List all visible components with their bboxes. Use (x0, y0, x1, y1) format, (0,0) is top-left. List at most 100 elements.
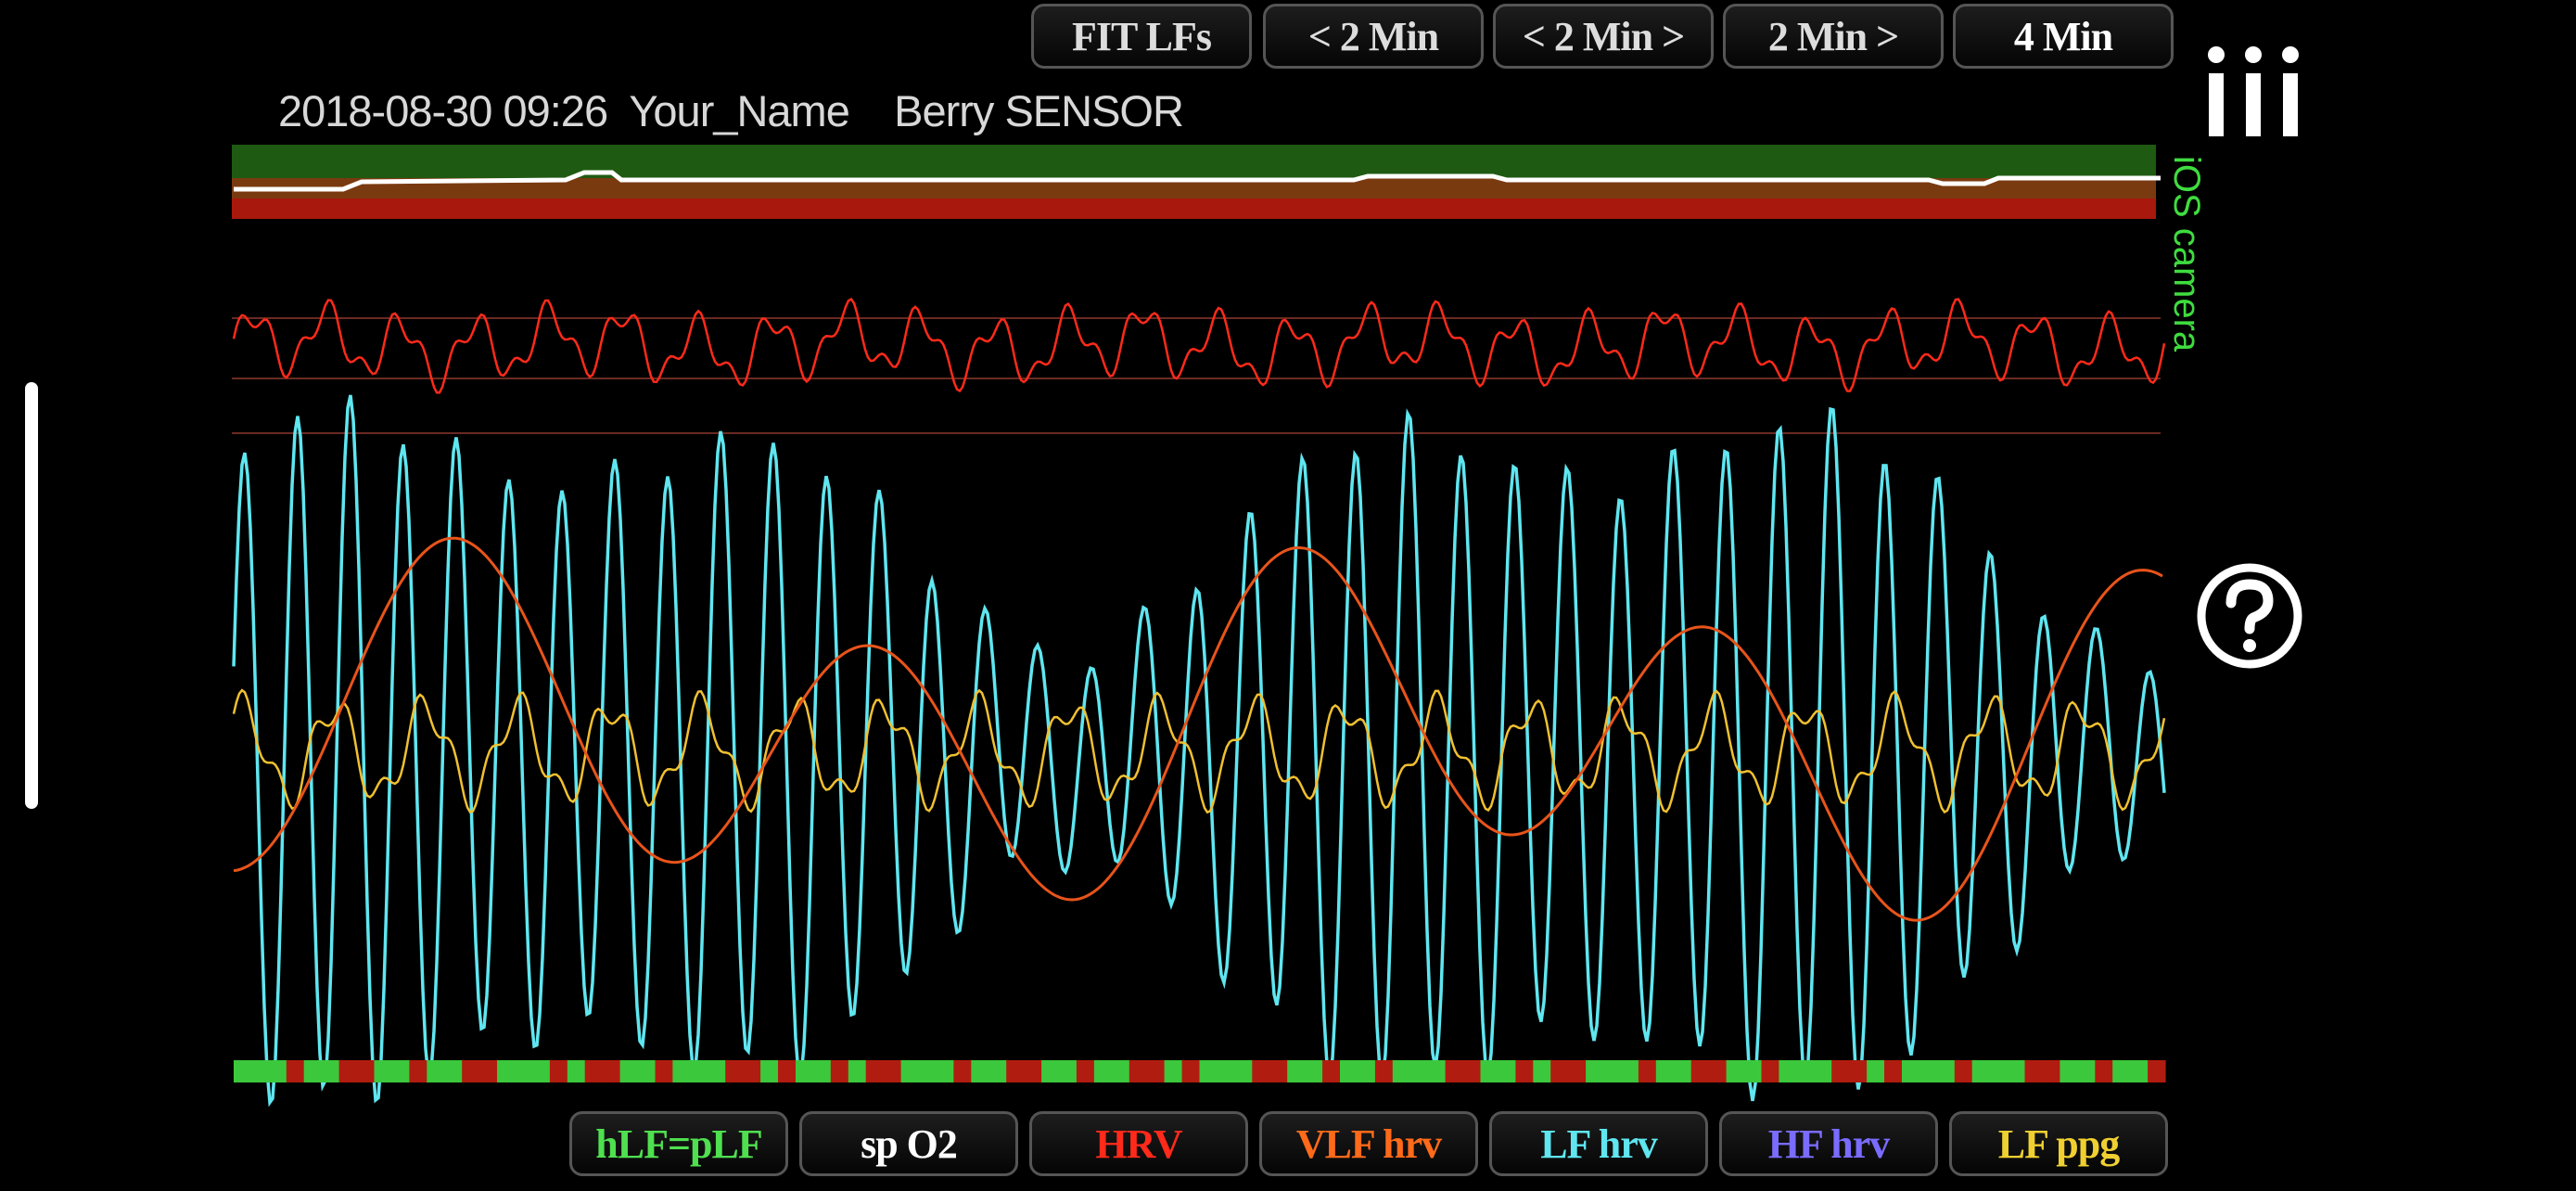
quality-segment (1357, 1060, 1376, 1082)
quality-segment (1533, 1060, 1551, 1082)
quality-segment (1269, 1060, 1288, 1082)
quality-segment (1006, 1060, 1025, 1082)
quality-segment (1024, 1060, 1042, 1082)
quality-segment (1884, 1060, 1903, 1082)
quality-segment (2024, 1060, 2043, 1082)
quality-segment (619, 1060, 639, 1082)
quality-segment (2060, 1060, 2078, 1082)
quality-segment (1322, 1060, 1341, 1082)
quality-segment (1867, 1060, 1885, 1082)
quality-segment (250, 1060, 270, 1082)
quality-segment (268, 1060, 287, 1082)
quality-segment (1638, 1060, 1657, 1082)
hrv-button[interactable]: HRV (1029, 1111, 1248, 1176)
quality-segment (1059, 1060, 1078, 1082)
quality-segment (1076, 1060, 1095, 1082)
spo2-band-red (232, 198, 2156, 219)
quality-segment (1287, 1060, 1306, 1082)
quality-segment (234, 1060, 252, 1082)
quality-segment (1129, 1060, 1148, 1082)
lf-hrv-line (232, 394, 2166, 1108)
quality-segment (1568, 1060, 1587, 1082)
quality-segment (427, 1060, 445, 1082)
biofeedback-chart (232, 145, 2166, 1108)
quality-segment (531, 1060, 551, 1082)
quality-segment (1971, 1060, 1991, 1082)
signal-quality-bar (234, 1060, 2166, 1082)
lf-hrv-button[interactable]: LF hrv (1489, 1111, 1708, 1176)
quality-segment (936, 1060, 954, 1082)
vlf-hrv-button[interactable]: VLF hrv (1259, 1111, 1478, 1176)
quality-segment (1392, 1060, 1411, 1082)
quality-segment (1831, 1060, 1850, 1082)
quality-segment (2148, 1060, 2166, 1082)
quality-segment (690, 1060, 708, 1082)
quality-segment (900, 1060, 920, 1082)
quality-segment (321, 1060, 340, 1082)
hf-hrv-button[interactable]: HF hrv (1719, 1111, 1938, 1176)
quality-segment (391, 1060, 410, 1082)
quality-segment (2007, 1060, 2026, 1082)
quality-segment (1234, 1060, 1253, 1082)
quality-segment (2042, 1060, 2060, 1082)
quality-segment (584, 1060, 604, 1082)
quality-segment (1796, 1060, 1815, 1082)
quality-segment (865, 1060, 885, 1082)
quality-segment (1550, 1060, 1569, 1082)
quality-segment (1989, 1060, 2009, 1082)
quality-segment (1445, 1060, 1464, 1082)
quality-segment (1199, 1060, 1218, 1082)
quality-segment (286, 1060, 305, 1082)
quality-segment (1726, 1060, 1745, 1082)
quality-segment (1779, 1060, 1797, 1082)
quality-segment (778, 1060, 797, 1082)
quality-segment (883, 1060, 902, 1082)
quality-segment (444, 1060, 463, 1082)
quality-segment (830, 1060, 849, 1082)
spo2-band-green (232, 145, 2156, 178)
quality-segment (1690, 1060, 1710, 1082)
quality-segment (1902, 1060, 1920, 1082)
quality-segment (462, 1060, 480, 1082)
quality-segment (479, 1060, 498, 1082)
quality-segment (1761, 1060, 1779, 1082)
quality-segment (1252, 1060, 1270, 1082)
hlf-plf-button[interactable]: hLF=pLF (569, 1111, 788, 1176)
quality-segment (760, 1060, 779, 1082)
quality-segment (743, 1060, 761, 1082)
quality-segment (602, 1060, 621, 1082)
lf-ppg-button[interactable]: LF ppg (1949, 1111, 2168, 1176)
quality-segment (1621, 1060, 1639, 1082)
quality-segment (1849, 1060, 1868, 1082)
quality-segment (637, 1060, 656, 1082)
quality-segment (1462, 1060, 1481, 1082)
quality-segment (338, 1060, 358, 1082)
quality-segment (303, 1060, 323, 1082)
spo2-button[interactable]: sp O2 (799, 1111, 1018, 1176)
quality-segment (567, 1060, 586, 1082)
quality-segment (1164, 1060, 1183, 1082)
quality-segment (1041, 1060, 1060, 1082)
quality-segment (953, 1060, 972, 1082)
quality-segment (1954, 1060, 1973, 1082)
quality-segment (1305, 1060, 1323, 1082)
quality-segment (672, 1060, 691, 1082)
quality-segment (1146, 1060, 1166, 1082)
quality-segment (515, 1060, 533, 1082)
quality-segment (988, 1060, 1007, 1082)
quality-segment (1111, 1060, 1130, 1082)
quality-segment (655, 1060, 673, 1082)
quality-segment (2095, 1060, 2113, 1082)
quality-segment (1093, 1060, 1113, 1082)
quality-segment (2077, 1060, 2096, 1082)
spo2-band (232, 145, 2161, 219)
quality-segment (356, 1060, 376, 1082)
quality-segment (2112, 1060, 2131, 1082)
quality-segment (1427, 1060, 1447, 1082)
quality-segment (725, 1060, 744, 1082)
quality-segment (497, 1060, 516, 1082)
quality-segment (374, 1060, 392, 1082)
quality-segment (1340, 1060, 1358, 1082)
quality-segment (1586, 1060, 1604, 1082)
quality-segment (812, 1060, 832, 1082)
